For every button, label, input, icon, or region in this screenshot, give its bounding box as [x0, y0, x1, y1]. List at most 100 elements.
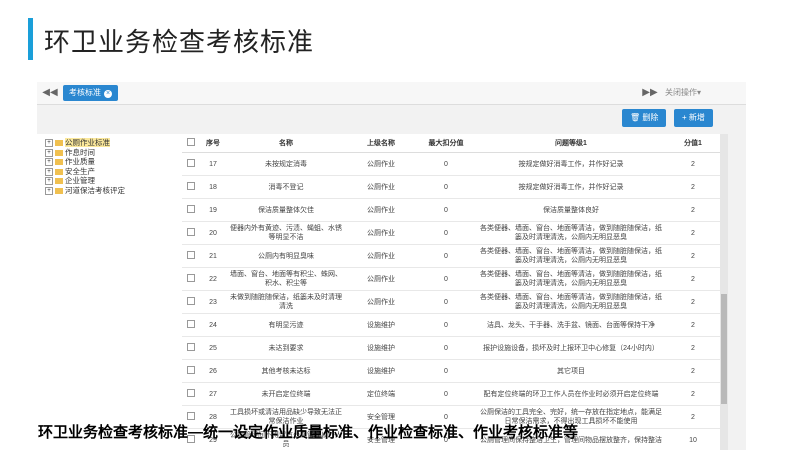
row-checkbox[interactable] [182, 152, 200, 176]
expand-icon[interactable]: + [45, 167, 53, 176]
folder-icon [55, 149, 63, 156]
scrollbar-thumb[interactable] [721, 294, 727, 404]
table-cell: 0 [416, 198, 476, 222]
tree-item-label: 作息时间 [65, 147, 95, 157]
table-row[interactable]: 23 未做到随脏随保洁，纸篓未及时清理清洗 公厕作业 0 各类便器、墙面、窗台、地面等清… [182, 290, 720, 314]
folder-icon [55, 187, 63, 194]
expand-icon[interactable]: + [45, 177, 53, 186]
table-row[interactable]: 22 墙面、窗台、地面等有积尘、蛛网、积水、积尘等 公厕作业 0 各类便器、墙面、窗台、… [182, 267, 720, 291]
row-checkbox[interactable] [182, 221, 200, 245]
expand-icon[interactable]: + [45, 186, 53, 195]
slide-title: 环卫业务检查考核标准 [44, 27, 315, 57]
row-checkbox[interactable] [182, 244, 200, 268]
table-cell: 2 [666, 405, 720, 429]
table-row[interactable]: 18 消毒不登记 公厕作业 0 按规定做好消毒工作，并作好记录 2 [182, 175, 720, 199]
folder-icon [55, 159, 63, 166]
add-button[interactable]: + 新增 [674, 109, 713, 127]
table-cell: 墙面、窗台、地面等有积尘、蛛网、积水、积尘等 [226, 267, 346, 291]
table-row[interactable]: 19 保洁质量整体欠佳 公厕作业 0 保洁质量整体良好 2 [182, 198, 720, 222]
table-cell: 公厕作业 [346, 198, 416, 222]
delete-button[interactable]: 🗑 删除 [622, 109, 667, 127]
tree-item[interactable]: + 企业管理 [37, 176, 182, 186]
row-checkbox[interactable] [182, 313, 200, 337]
tree-item-label: 企业管理 [65, 176, 95, 185]
expand-icon[interactable]: + [45, 158, 53, 167]
row-checkbox[interactable] [182, 198, 200, 222]
tree-item[interactable]: + 作业质量 [37, 157, 182, 167]
tab-assessment-standard[interactable]: 考核标准 × [63, 85, 118, 101]
table-cell: 26 [200, 359, 226, 383]
table-cell: 2 [666, 267, 720, 291]
table-cell: 0 [416, 244, 476, 268]
table-scrollbar[interactable] [720, 134, 728, 450]
table-cell: 公厕作业 [346, 290, 416, 314]
tree-item-label: 公厕作业标准 [65, 138, 110, 147]
expand-icon[interactable]: + [45, 148, 53, 157]
column-header[interactable]: 上级名称 [346, 134, 416, 153]
table-cell: 10 [666, 428, 720, 450]
table-cell: 定位终端 [346, 382, 416, 406]
table-cell: 未达到要求 [226, 336, 346, 360]
table-cell: 0 [416, 313, 476, 337]
tree-item[interactable]: + 作息时间 [37, 148, 182, 158]
tree-item[interactable]: + 安全生产 [37, 167, 182, 177]
table-row[interactable]: 17 未按规定消毒 公厕作业 0 按规定做好消毒工作，并作好记录 2 [182, 152, 720, 176]
table-cell: 公厕作业 [346, 221, 416, 245]
table-cell: 各类便器、墙面、窗台、地面等清洁，做到随脏随保洁，纸篓及时清理清洗，公厕内无明显… [476, 244, 666, 268]
table-row[interactable]: 26 其他考核未达标 设施维护 0 其它项目 2 [182, 359, 720, 383]
row-checkbox[interactable] [182, 359, 200, 383]
tab-label: 考核标准 [69, 88, 101, 97]
folder-icon [55, 178, 63, 185]
table-cell: 0 [416, 221, 476, 245]
table-cell: 0 [416, 152, 476, 176]
table-cell: 0 [416, 359, 476, 383]
table-row[interactable]: 24 有明显污迹 设施维护 0 洁具、龙头、干手器、洗手盆、镜面、台面等保持干净 2 [182, 313, 720, 337]
table-cell: 各类便器、墙面、窗台、地面等清洁，做到随脏随保洁，纸篓及时清理清洗，公厕内无明显… [476, 290, 666, 314]
row-checkbox[interactable] [182, 336, 200, 360]
toolbar: 🗑 删除 + 新增 [37, 105, 746, 133]
table-cell: 消毒不登记 [226, 175, 346, 199]
table-cell: 设施维护 [346, 336, 416, 360]
column-header[interactable]: 最大扣分值 [416, 134, 476, 153]
table-cell: 2 [666, 382, 720, 406]
table-cell: 未按规定消毒 [226, 152, 346, 176]
select-all-checkbox[interactable] [182, 134, 200, 153]
row-checkbox[interactable] [182, 267, 200, 291]
table-cell: 20 [200, 221, 226, 245]
tab-scroll-left-icon[interactable]: ◀◀ [41, 82, 59, 104]
tree-item-label: 安全生产 [65, 166, 95, 176]
table-cell: 2 [666, 198, 720, 222]
row-checkbox[interactable] [182, 290, 200, 314]
table-cell: 27 [200, 382, 226, 406]
table-cell: 0 [416, 290, 476, 314]
row-checkbox[interactable] [182, 175, 200, 199]
table-row[interactable]: 27 未开启定位终端 定位终端 0 配有定位终端的环卫工作人员在作业时必须开启定位终端 2 [182, 382, 720, 406]
tree-item[interactable]: + 河道保洁考核评定 [37, 186, 182, 196]
table-cell: 公厕作业 [346, 267, 416, 291]
table-cell: 23 [200, 290, 226, 314]
table-cell: 未开启定位终端 [226, 382, 346, 406]
table-cell: 25 [200, 336, 226, 360]
table-cell: 保洁质量整体欠佳 [226, 198, 346, 222]
tab-scroll-right-icon[interactable]: ▶▶ [641, 82, 659, 104]
expand-icon[interactable]: + [45, 139, 53, 148]
table-cell: 17 [200, 152, 226, 176]
column-header[interactable]: 问题等级1 [476, 134, 666, 153]
folder-icon [55, 168, 63, 175]
row-checkbox[interactable] [182, 382, 200, 406]
table-row[interactable]: 21 公厕内有明显臭味 公厕作业 0 各类便器、墙面、窗台、地面等清洁，做到随脏随保洁，… [182, 244, 720, 268]
table-row[interactable]: 20 便器内外有黄迹、污渍、蝇蛆、水锈等明显不洁 公厕作业 0 各类便器、墙面、窗台、地… [182, 221, 720, 245]
column-header[interactable]: 分值1 [666, 134, 720, 153]
close-operations-dropdown[interactable]: 关闭操作▾ [665, 82, 701, 104]
table-cell: 2 [666, 313, 720, 337]
close-icon[interactable]: × [104, 90, 112, 98]
table-cell: 配有定位终端的环卫工作人员在作业时必须开启定位终端 [476, 382, 666, 406]
table-cell: 2 [666, 175, 720, 199]
tree-item[interactable]: + 公厕作业标准 [37, 138, 182, 148]
column-header[interactable]: 序号 [200, 134, 226, 153]
table-row[interactable]: 25 未达到要求 设施维护 0 报护设施设备，损坏及时上报环卫中心修复（24小时内） 2 [182, 336, 720, 360]
table-cell: 2 [666, 152, 720, 176]
table-cell: 2 [666, 336, 720, 360]
table-cell: 公厕作业 [346, 152, 416, 176]
column-header[interactable]: 名称 [226, 134, 346, 153]
